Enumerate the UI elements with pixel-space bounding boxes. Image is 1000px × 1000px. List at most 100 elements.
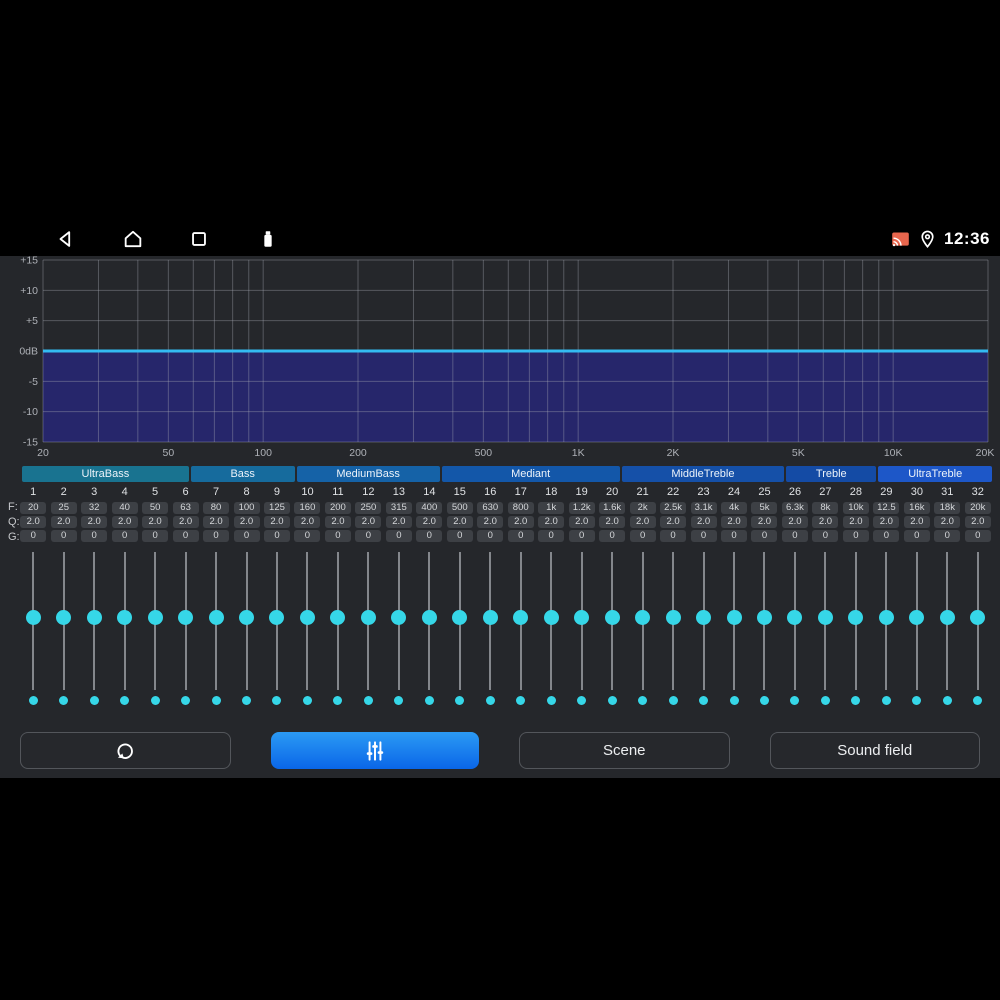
gain-slider-13[interactable] <box>384 552 414 690</box>
freq-value[interactable]: 100 <box>233 502 260 514</box>
q-value[interactable]: 2.0 <box>263 516 290 528</box>
gain-value[interactable]: 0 <box>842 530 869 542</box>
slider-knob[interactable] <box>604 610 620 625</box>
gain-value[interactable]: 0 <box>903 530 930 542</box>
gain-value[interactable]: 0 <box>660 530 687 542</box>
gain-slider-28[interactable] <box>841 552 871 690</box>
channel-dot-3[interactable] <box>89 696 99 705</box>
freq-value[interactable]: 6.3k <box>781 502 808 514</box>
q-value[interactable]: 2.0 <box>50 516 77 528</box>
gain-slider-24[interactable] <box>719 552 749 690</box>
gain-slider-15[interactable] <box>445 552 475 690</box>
channel-dot-9[interactable] <box>272 696 282 705</box>
slider-knob[interactable] <box>574 610 590 625</box>
q-value[interactable]: 2.0 <box>477 516 504 528</box>
gain-value[interactable]: 0 <box>446 530 473 542</box>
freq-value[interactable]: 16k <box>903 502 930 514</box>
channel-dot-21[interactable] <box>638 696 648 705</box>
channel-dot-32[interactable] <box>973 696 983 705</box>
q-value[interactable]: 2.0 <box>446 516 473 528</box>
q-value[interactable]: 2.0 <box>873 516 900 528</box>
gain-value[interactable]: 0 <box>142 530 169 542</box>
recents-icon[interactable] <box>188 228 210 250</box>
slider-knob[interactable] <box>360 610 376 625</box>
slider-knob[interactable] <box>147 610 163 625</box>
gain-value[interactable]: 0 <box>964 530 991 542</box>
gain-slider-9[interactable] <box>262 552 292 690</box>
gain-slider-16[interactable] <box>475 552 505 690</box>
channel-dot-10[interactable] <box>302 696 312 705</box>
slider-knob[interactable] <box>56 610 72 625</box>
slider-knob[interactable] <box>970 610 986 625</box>
channel-dot-18[interactable] <box>546 696 556 705</box>
slider-knob[interactable] <box>756 610 772 625</box>
q-value[interactable]: 2.0 <box>81 516 108 528</box>
slider-knob[interactable] <box>178 610 194 625</box>
channel-dot-8[interactable] <box>242 696 252 705</box>
freq-value[interactable]: 10k <box>842 502 869 514</box>
gain-value[interactable]: 0 <box>477 530 504 542</box>
channel-dot-1[interactable] <box>28 696 38 705</box>
gain-slider-7[interactable] <box>201 552 231 690</box>
channel-dot-28[interactable] <box>851 696 861 705</box>
q-value[interactable]: 2.0 <box>934 516 961 528</box>
gain-slider-23[interactable] <box>688 552 718 690</box>
gain-slider-12[interactable] <box>353 552 383 690</box>
channel-dot-29[interactable] <box>881 696 891 705</box>
freq-value[interactable]: 50 <box>142 502 169 514</box>
channel-dot-14[interactable] <box>424 696 434 705</box>
freq-value[interactable]: 315 <box>385 502 412 514</box>
gain-value[interactable]: 0 <box>812 530 839 542</box>
slider-knob[interactable] <box>878 610 894 625</box>
channel-dot-17[interactable] <box>516 696 526 705</box>
freq-value[interactable]: 630 <box>477 502 504 514</box>
channel-dot-24[interactable] <box>729 696 739 705</box>
slider-knob[interactable] <box>696 610 712 625</box>
channel-dot-19[interactable] <box>577 696 587 705</box>
gain-value[interactable]: 0 <box>873 530 900 542</box>
freq-value[interactable]: 18k <box>934 502 961 514</box>
gain-value[interactable]: 0 <box>233 530 260 542</box>
q-value[interactable]: 2.0 <box>842 516 869 528</box>
slider-knob[interactable] <box>726 610 742 625</box>
q-value[interactable]: 2.0 <box>294 516 321 528</box>
freq-value[interactable]: 125 <box>263 502 290 514</box>
slider-knob[interactable] <box>452 610 468 625</box>
q-value[interactable]: 2.0 <box>721 516 748 528</box>
gain-value[interactable]: 0 <box>203 530 230 542</box>
slider-knob[interactable] <box>482 610 498 625</box>
channel-dot-4[interactable] <box>120 696 130 705</box>
freq-value[interactable]: 8k <box>812 502 839 514</box>
freq-value[interactable]: 1k <box>538 502 565 514</box>
gain-slider-8[interactable] <box>231 552 261 690</box>
gain-slider-32[interactable] <box>963 552 993 690</box>
channel-dot-26[interactable] <box>790 696 800 705</box>
slider-knob[interactable] <box>909 610 925 625</box>
freq-value[interactable]: 160 <box>294 502 321 514</box>
gain-value[interactable]: 0 <box>20 530 47 542</box>
freq-value[interactable]: 500 <box>446 502 473 514</box>
slider-knob[interactable] <box>543 610 559 625</box>
slider-knob[interactable] <box>299 610 315 625</box>
freq-value[interactable]: 1.2k <box>568 502 595 514</box>
slider-knob[interactable] <box>25 610 41 625</box>
q-value[interactable]: 2.0 <box>111 516 138 528</box>
q-value[interactable]: 2.0 <box>751 516 778 528</box>
q-value[interactable]: 2.0 <box>324 516 351 528</box>
gain-slider-11[interactable] <box>323 552 353 690</box>
gain-value[interactable]: 0 <box>599 530 626 542</box>
gain-slider-22[interactable] <box>658 552 688 690</box>
slider-knob[interactable] <box>787 610 803 625</box>
channel-dot-27[interactable] <box>820 696 830 705</box>
gain-slider-10[interactable] <box>292 552 322 690</box>
slider-knob[interactable] <box>86 610 102 625</box>
freq-value[interactable]: 32 <box>81 502 108 514</box>
channel-dot-22[interactable] <box>668 696 678 705</box>
scene-button[interactable]: Scene <box>519 732 730 769</box>
channel-dot-12[interactable] <box>363 696 373 705</box>
q-value[interactable]: 2.0 <box>507 516 534 528</box>
gain-slider-5[interactable] <box>140 552 170 690</box>
slider-knob[interactable] <box>513 610 529 625</box>
freq-value[interactable]: 80 <box>203 502 230 514</box>
channel-dot-31[interactable] <box>942 696 952 705</box>
